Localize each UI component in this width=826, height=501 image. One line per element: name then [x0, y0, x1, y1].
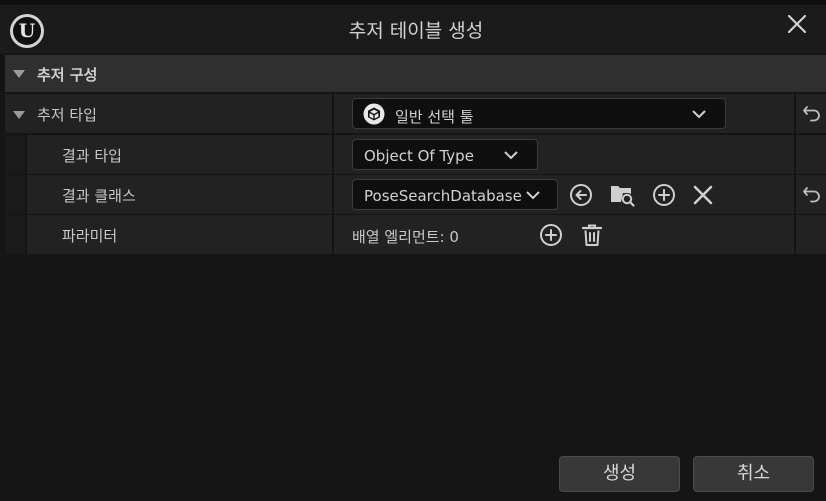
add-icon[interactable]: [538, 222, 564, 248]
expand-arrow-icon[interactable]: [13, 111, 25, 119]
category-header[interactable]: 추저 구성: [5, 55, 826, 92]
cancel-button[interactable]: 취소: [693, 456, 814, 492]
parameters-label: 파라미터: [62, 227, 118, 245]
collapse-arrow-icon[interactable]: [13, 70, 25, 78]
reset-to-default-icon[interactable]: [802, 184, 822, 204]
row-parameters: 파라미터 배열 엘리먼트: 0: [5, 215, 826, 254]
chevron-down-icon: [692, 110, 706, 119]
value-cell: PoseSearchDatabase: [334, 175, 794, 214]
reset-cell: [796, 175, 826, 214]
chooser-type-combo[interactable]: 일반 선택 툴: [352, 98, 726, 129]
result-type-combo[interactable]: Object Of Type: [352, 139, 538, 170]
chevron-down-icon: [504, 151, 518, 160]
add-icon[interactable]: [651, 182, 677, 208]
value-cell: 일반 선택 툴: [334, 94, 794, 133]
trash-icon[interactable]: [579, 222, 605, 248]
reset-cell: [796, 215, 826, 254]
name-cell: 결과 클래스: [5, 175, 332, 214]
name-cell: 결과 타입: [5, 135, 332, 174]
reset-cell: [796, 94, 826, 133]
result-class-combo[interactable]: PoseSearchDatabase: [352, 179, 558, 210]
browse-back-icon[interactable]: [568, 182, 594, 208]
result-class-value: PoseSearchDatabase: [364, 187, 522, 205]
category-label: 추저 구성: [37, 66, 98, 84]
row-result-class: 결과 클래스 PoseSearchDatabase: [5, 175, 826, 214]
row-result-type: 결과 타입 Object Of Type: [5, 135, 826, 174]
name-cell: 추저 타입: [5, 94, 332, 133]
reset-cell: [796, 135, 826, 174]
chooser-type-label: 추저 타입: [37, 106, 97, 124]
result-type-value: Object Of Type: [364, 147, 474, 165]
name-cell: 파라미터: [5, 215, 332, 254]
value-cell: Object Of Type: [334, 135, 794, 174]
window-title: 추저 테이블 생성: [348, 20, 484, 42]
clear-icon[interactable]: [690, 182, 716, 208]
create-button[interactable]: 생성: [559, 456, 680, 492]
value-cell: 배열 엘리먼트: 0: [334, 215, 794, 254]
chooser-type-value: 일반 선택 툴: [395, 108, 474, 126]
result-class-label: 결과 클래스: [62, 187, 136, 205]
array-element-count: 배열 엘리먼트: 0: [352, 228, 459, 246]
close-icon: [787, 14, 807, 34]
result-type-label: 결과 타입: [62, 147, 122, 165]
title-bar: U 추저 테이블 생성: [0, 5, 826, 53]
close-button[interactable]: [786, 13, 808, 35]
reset-to-default-icon[interactable]: [802, 103, 822, 123]
chevron-down-icon: [526, 191, 540, 200]
cube-icon: [363, 103, 385, 125]
find-in-browser-icon[interactable]: [609, 181, 635, 207]
row-chooser-type: 추저 타입 일반 선택 툴: [5, 94, 826, 133]
